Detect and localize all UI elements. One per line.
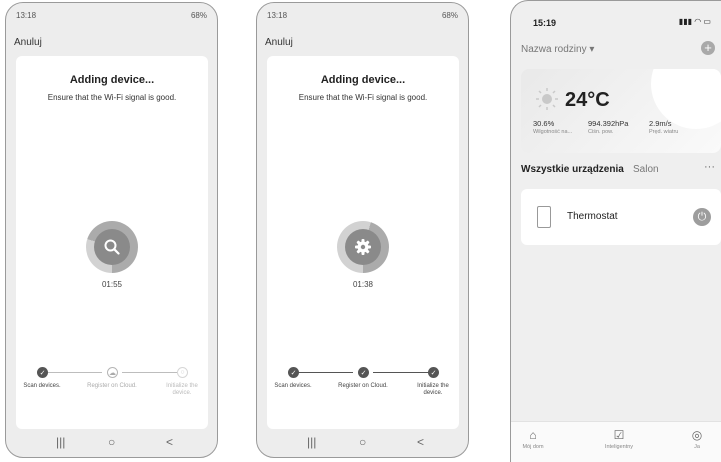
phone-initializing: 13:18 68% Anuluj Adding device... Ensure… <box>256 2 469 458</box>
step-connector <box>293 372 353 373</box>
page-title: Adding device... <box>69 74 155 86</box>
bottom-tab-bar: ⌂ Mój dom ☑ Inteligentny ◎ Ja <box>511 421 721 462</box>
temperature: 24°C <box>565 89 610 111</box>
tab-label-smart: Inteligentny <box>604 444 634 450</box>
wifi-hint: Ensure that the Wi-Fi signal is good. <box>298 93 428 102</box>
gear-icon <box>355 239 371 255</box>
step-connector <box>42 372 102 373</box>
wind-value: 2.9m/s <box>649 119 672 128</box>
battery-level: 68% <box>441 11 458 20</box>
checkbox-icon: ☑ <box>613 428 625 442</box>
countdown-timer: 01:38 <box>352 280 374 289</box>
tab-smart[interactable]: ☑ Inteligentny <box>599 428 639 450</box>
chevron-down-icon: ▾ <box>589 44 595 55</box>
step-connector <box>373 372 433 373</box>
status-time: 15:19 <box>533 18 557 28</box>
back-button[interactable]: < <box>417 435 424 449</box>
home-button[interactable]: ○ <box>108 435 115 449</box>
home-button[interactable]: ○ <box>359 435 366 449</box>
humidity-label: Wilgotność na... <box>533 129 573 135</box>
tab-all-devices[interactable]: Wszystkie urządzenia <box>521 164 624 175</box>
step-init-icon: ○ <box>177 367 188 378</box>
phone-home-screen: 15:19 ▮▮▮ ◠ ▭ Nazwa rodziny ▾ + 24°C 30.… <box>510 0 721 462</box>
progress-steps: ✓ ✓ ✓ Scan devices. Register on Cloud. I… <box>267 367 459 407</box>
adding-device-card: Adding device... Ensure that the Wi-Fi s… <box>16 56 208 429</box>
recents-button[interactable]: ||| <box>56 435 65 449</box>
step-label-scan: Scan devices. <box>274 383 312 389</box>
system-nav-bar: ||| ○ < <box>6 431 217 453</box>
step-label-scan: Scan devices. <box>23 383 61 389</box>
tab-me[interactable]: ◎ Ja <box>677 428 717 450</box>
countdown-timer: 01:55 <box>101 280 123 289</box>
humidity-value: 30.6% <box>533 119 555 128</box>
cancel-button[interactable]: Anuluj <box>14 37 42 48</box>
status-bar: 13:18 68% <box>267 11 458 23</box>
status-icons: ▮▮▮ ◠ ▭ <box>678 17 711 26</box>
status-bar: 13:18 68% <box>16 11 207 23</box>
recents-button[interactable]: ||| <box>307 435 316 449</box>
cancel-button[interactable]: Anuluj <box>265 37 293 48</box>
step-label-register: Register on Cloud. <box>338 383 388 389</box>
tab-salon[interactable]: Salon <box>633 164 659 175</box>
home-icon: ⌂ <box>529 428 537 442</box>
progress-steps: ✓ ☁ ○ Scan devices. Register on Cloud. I… <box>16 367 208 407</box>
device-card-thermostat[interactable]: Thermostat ⏻ <box>521 189 721 245</box>
step-label-initialize: Initialize the device. <box>166 383 198 396</box>
progress-ring <box>337 221 389 273</box>
battery-level: 68% <box>190 11 207 20</box>
phone-scanning: 13:18 68% Anuluj Adding device... Ensure… <box>5 2 218 458</box>
more-icon[interactable]: ··· <box>704 161 715 173</box>
power-icon[interactable]: ⏻ <box>693 208 711 226</box>
profile-icon: ◎ <box>691 428 703 442</box>
family-selector[interactable]: Nazwa rodziny ▾ <box>521 44 594 55</box>
pressure-label: Ciśn. pow. <box>588 129 614 135</box>
tab-label-home: Mój dom <box>522 444 544 450</box>
tab-label-me: Ja <box>694 444 700 450</box>
step-label-initialize: Initialize the device. <box>417 383 449 396</box>
step-label-register: Register on Cloud. <box>87 383 137 389</box>
progress-ring <box>86 221 138 273</box>
device-name: Thermostat <box>567 211 618 222</box>
pressure-value: 994.392hPa <box>588 119 629 128</box>
wind-label: Pręd. wiatru <box>649 129 679 135</box>
step-cloud-icon: ✓ <box>358 367 369 378</box>
step-scan-icon: ✓ <box>37 367 48 378</box>
page-title: Adding device... <box>320 74 406 86</box>
step-scan-icon: ✓ <box>288 367 299 378</box>
tab-home[interactable]: ⌂ Mój dom <box>513 428 553 450</box>
search-icon <box>104 239 120 255</box>
sun-icon <box>536 88 558 110</box>
status-time: 13:18 <box>267 11 288 20</box>
system-nav-bar: ||| ○ < <box>257 431 468 453</box>
thermostat-icon <box>537 206 551 228</box>
step-cloud-icon: ☁ <box>107 367 118 378</box>
weather-card: 24°C 30.6% Wilgotność na... 994.392hPa C… <box>521 69 721 153</box>
wifi-hint: Ensure that the Wi-Fi signal is good. <box>47 93 177 102</box>
status-time: 13:18 <box>16 11 37 20</box>
back-button[interactable]: < <box>166 435 173 449</box>
adding-device-card: Adding device... Ensure that the Wi-Fi s… <box>267 56 459 429</box>
add-device-button[interactable]: + <box>701 41 715 55</box>
step-init-icon: ✓ <box>428 367 439 378</box>
family-name: Nazwa rodziny <box>521 44 587 55</box>
step-connector <box>122 372 182 373</box>
